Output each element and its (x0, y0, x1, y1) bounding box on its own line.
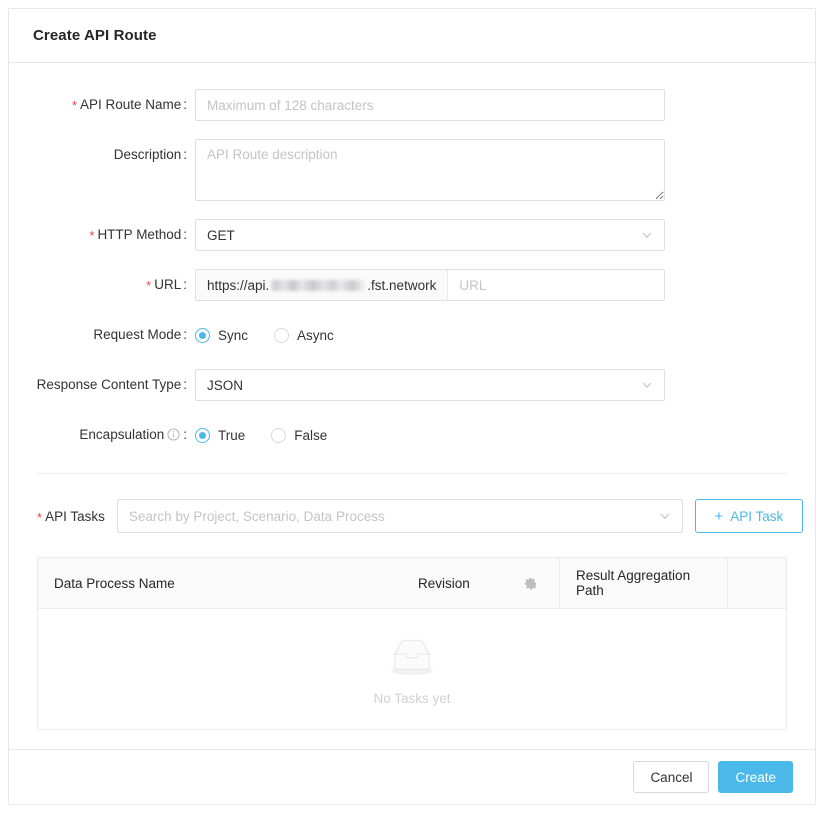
control-request-mode: Sync Async (195, 319, 360, 351)
radio-dot-icon (274, 328, 289, 343)
form-row-response-content-type: Response Content Type: JSON (9, 369, 815, 401)
plus-icon: + (714, 509, 723, 524)
form-row-http-method: *HTTP Method: GET (9, 219, 815, 251)
column-header-actions (728, 558, 786, 608)
column-header-settings[interactable] (502, 558, 560, 608)
form-row-encapsulation: Encapsulation: True False (9, 419, 815, 451)
dialog-footer: Cancel Create (9, 749, 815, 804)
http-method-value: GET (207, 228, 641, 243)
label-api-tasks-text: API Tasks (45, 509, 105, 524)
http-method-select[interactable]: GET (195, 219, 665, 251)
url-prefix-end: .fst.network (367, 278, 436, 293)
label-url: *URL: (9, 269, 195, 301)
control-http-method: GET (195, 219, 665, 251)
radio-request-mode-async-label: Async (297, 328, 334, 343)
redacted-subdomain (270, 280, 366, 291)
radio-dot-icon (271, 428, 286, 443)
add-api-task-label: API Task (730, 509, 783, 524)
control-url: https://api. .fst.network (195, 269, 665, 301)
label-route-name: *API Route Name: (9, 89, 195, 121)
control-route-name (195, 89, 665, 121)
radio-dot-icon (195, 428, 210, 443)
control-response-content-type: JSON (195, 369, 665, 401)
form-row-request-mode: Request Mode: Sync Async (9, 319, 815, 351)
radio-request-mode-sync[interactable]: Sync (195, 328, 248, 343)
label-url-text: URL (154, 277, 181, 292)
label-http-method-text: HTTP Method (97, 227, 181, 242)
form-row-url: *URL: https://api. .fst.network (9, 269, 815, 301)
label-http-method: *HTTP Method: (9, 219, 195, 251)
api-tasks-search-placeholder: Search by Project, Scenario, Data Proces… (129, 509, 659, 524)
radio-encapsulation-false[interactable]: False (271, 428, 327, 443)
control-description (195, 139, 665, 201)
dialog-header: Create API Route (9, 9, 815, 63)
label-api-tasks: *API Tasks (37, 509, 105, 524)
radio-encapsulation-true[interactable]: True (195, 428, 245, 443)
chevron-down-icon (659, 510, 671, 522)
label-encapsulation: Encapsulation: (9, 419, 195, 451)
radio-request-mode-async[interactable]: Async (274, 328, 334, 343)
label-description-text: Description (114, 147, 182, 162)
add-api-task-button[interactable]: + API Task (695, 499, 803, 533)
api-tasks-row: *API Tasks Search by Project, Scenario, … (9, 499, 815, 533)
column-header-result-aggregation-path: Result Aggregation Path (560, 558, 728, 608)
gear-icon (523, 576, 538, 591)
request-mode-radio-group: Sync Async (195, 319, 360, 351)
create-button[interactable]: Create (718, 761, 793, 793)
table-header-row: Data Process Name Revision Result Aggreg… (38, 558, 786, 609)
label-encapsulation-text: Encapsulation (79, 427, 164, 442)
response-content-type-select[interactable]: JSON (195, 369, 665, 401)
required-asterisk: * (146, 278, 151, 293)
column-header-data-process-name: Data Process Name (38, 558, 402, 608)
required-asterisk: * (72, 98, 77, 113)
radio-encapsulation-false-label: False (294, 428, 327, 443)
section-divider (37, 473, 787, 474)
table-empty-state: No Tasks yet (38, 609, 786, 729)
label-description: Description: (9, 139, 195, 171)
chevron-down-icon (641, 379, 653, 391)
empty-inbox-icon (381, 633, 443, 679)
form-row-description: Description: (9, 139, 815, 201)
column-header-revision: Revision (402, 558, 502, 608)
label-request-mode-text: Request Mode (93, 327, 181, 342)
radio-dot-icon (195, 328, 210, 343)
label-response-content-type: Response Content Type: (9, 369, 195, 401)
label-route-name-text: API Route Name (80, 97, 181, 112)
required-asterisk: * (89, 228, 94, 243)
cancel-button[interactable]: Cancel (633, 761, 709, 793)
chevron-down-icon (641, 229, 653, 241)
api-tasks-table: Data Process Name Revision Result Aggreg… (37, 557, 787, 730)
label-request-mode: Request Mode: (9, 319, 195, 351)
label-response-content-type-text: Response Content Type (37, 377, 182, 392)
url-path-input[interactable] (448, 270, 664, 300)
radio-request-mode-sync-label: Sync (218, 328, 248, 343)
dialog-body: *API Route Name: Description: *HTTP Meth… (9, 63, 815, 749)
description-textarea[interactable] (195, 139, 665, 201)
api-route-name-input[interactable] (195, 89, 665, 121)
url-prefix-addon: https://api. .fst.network (196, 270, 448, 300)
empty-state-text: No Tasks yet (373, 691, 450, 706)
url-prefix-start: https://api. (207, 278, 269, 293)
radio-encapsulation-true-label: True (218, 428, 245, 443)
info-circle-icon[interactable] (167, 428, 180, 441)
form-row-route-name: *API Route Name: (9, 89, 815, 121)
api-tasks-search-select[interactable]: Search by Project, Scenario, Data Proces… (117, 499, 683, 533)
required-asterisk: * (37, 510, 42, 525)
create-api-route-dialog: Create API Route *API Route Name: Descri… (8, 8, 816, 805)
page-title: Create API Route (33, 27, 157, 44)
response-content-type-value: JSON (207, 378, 641, 393)
control-encapsulation: True False (195, 419, 353, 451)
url-input-group: https://api. .fst.network (195, 269, 665, 301)
encapsulation-radio-group: True False (195, 419, 353, 451)
